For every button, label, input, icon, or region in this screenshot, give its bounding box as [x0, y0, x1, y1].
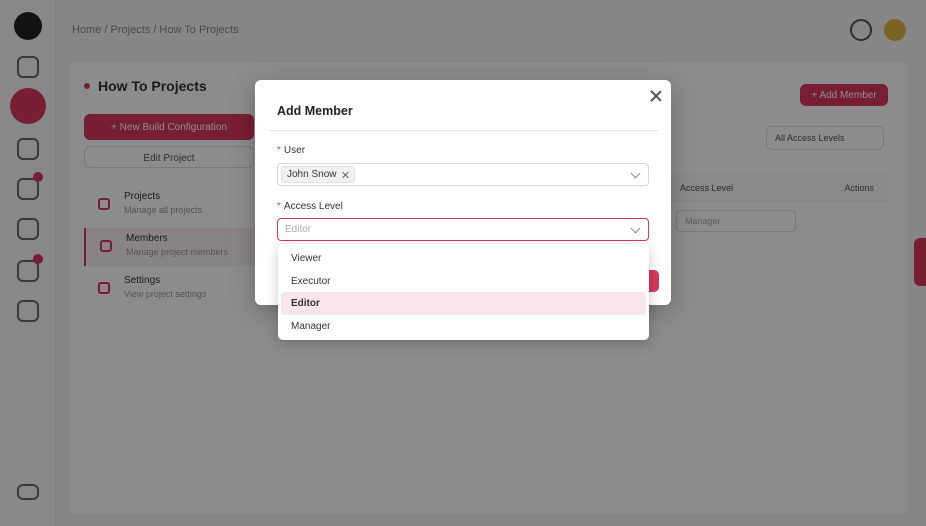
required-marker: *	[277, 145, 281, 156]
option-viewer[interactable]: Viewer	[281, 247, 646, 270]
user-select[interactable]: John Snow	[277, 163, 649, 186]
required-marker: *	[277, 201, 281, 212]
access-level-field-label: * Access Level	[277, 201, 343, 212]
chevron-down-icon	[630, 223, 641, 234]
modal-divider	[269, 130, 658, 131]
remove-tag-icon[interactable]	[342, 171, 350, 179]
chevron-down-icon	[630, 168, 641, 179]
option-manager[interactable]: Manager	[281, 315, 646, 338]
user-label-text: User	[283, 145, 306, 156]
option-editor[interactable]: Editor	[281, 292, 646, 315]
access-level-dropdown: Viewer Executor Editor Manager	[278, 244, 649, 340]
access-level-placeholder: Editor	[285, 224, 312, 235]
user-tag-label: John Snow	[287, 169, 337, 180]
close-icon[interactable]	[649, 89, 663, 103]
user-tag: John Snow	[281, 166, 356, 183]
modal-title: Add Member	[277, 104, 353, 118]
access-level-select[interactable]: Editor	[277, 218, 649, 241]
user-field-label: * User	[277, 145, 305, 156]
access-level-label-text: Access Level	[283, 201, 343, 212]
option-executor[interactable]: Executor	[281, 270, 646, 293]
